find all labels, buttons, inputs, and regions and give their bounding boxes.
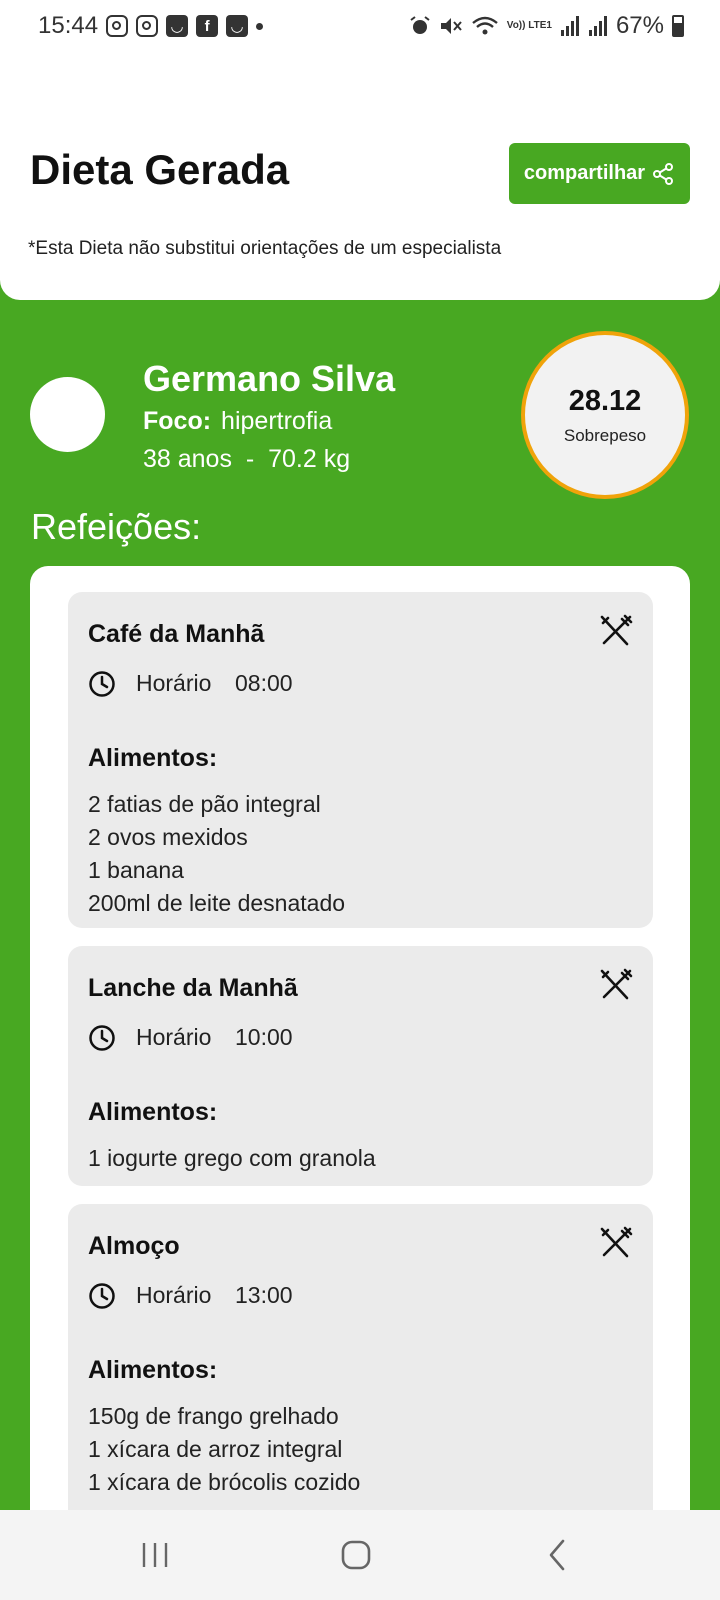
foods-list: 1 iogurte grego com granola	[88, 1142, 376, 1175]
focus-label: Foco:	[143, 407, 212, 435]
utensils-icon	[600, 968, 633, 1000]
utensils-icon	[600, 614, 633, 646]
list-item: 150g de frango grelhado	[88, 1403, 339, 1429]
foods-list: 2 fatias de pão integral 2 ovos mexidos …	[88, 788, 345, 920]
time-value: 10:00	[235, 1024, 293, 1050]
age-weight-line: 38 anos - 70.2 kg	[143, 445, 350, 474]
clock-icon	[89, 1025, 115, 1051]
clock-icon	[89, 1283, 115, 1309]
status-left: 15:44 ◡ f ◡	[38, 12, 264, 40]
home-button[interactable]	[296, 1510, 416, 1600]
list-item: 2 ovos mexidos	[88, 824, 248, 850]
time-value: 08:00	[235, 670, 293, 696]
dot-icon	[256, 22, 264, 30]
bmi-value: 28.12	[568, 384, 642, 417]
share-button-label: compartilhar	[523, 162, 646, 184]
time-label: Horário	[136, 1282, 212, 1308]
meals-panel: Café da Manhã Horário 08:00 Alimentos: 2…	[30, 566, 690, 1600]
focus-line: Foco: hipertrofia	[143, 407, 332, 436]
focus-value: hipertrofia	[221, 407, 333, 435]
user-name: Germano Silva	[143, 358, 396, 399]
age-value: 38 anos	[143, 445, 232, 473]
status-bar: 15:44 ◡ f ◡ Vo)) LTE1 67%	[0, 0, 720, 52]
mute-icon	[440, 18, 462, 34]
shopee-icon: ◡	[166, 15, 189, 37]
list-item: 1 iogurte grego com granola	[88, 1145, 376, 1171]
separator: -	[245, 445, 255, 473]
wifi-icon	[471, 16, 498, 35]
weight-value: 70.2 kg	[268, 445, 351, 473]
page-title: Dieta Gerada	[30, 146, 290, 193]
time-label: Horário	[136, 670, 212, 696]
alarm-icon	[410, 16, 430, 34]
foods-title: Alimentos:	[88, 744, 218, 772]
list-item: 1 xícara de arroz integral	[88, 1436, 343, 1462]
share-icon	[653, 162, 674, 185]
list-item: 200ml de leite desnatado	[88, 890, 346, 916]
list-item: 1 banana	[88, 857, 184, 883]
volte-icon: Vo)) LTE1	[506, 20, 552, 31]
foods-title: Alimentos:	[88, 1356, 218, 1384]
battery-percent: 67%	[615, 12, 664, 39]
navigation-bar	[0, 1510, 720, 1600]
meal-card: Lanche da Manhã Horário 10:00 Alimentos:…	[68, 946, 653, 1186]
recent-apps-button[interactable]	[95, 1510, 215, 1600]
clock-time: 15:44	[38, 12, 99, 39]
meals-section-title: Refeições:	[31, 506, 202, 547]
meal-name: Lanche da Manhã	[88, 974, 298, 1002]
recent-apps-icon	[142, 1543, 168, 1567]
avatar	[30, 377, 105, 452]
instagram-icon	[106, 15, 129, 37]
header-card: Dieta Gerada compartilhar *Esta Dieta nã…	[0, 52, 720, 300]
back-icon	[549, 1539, 565, 1571]
back-button[interactable]	[497, 1510, 617, 1600]
signal-icon	[588, 16, 607, 36]
meal-card: Almoço Horário 13:00 Alimentos: 150g de …	[68, 1204, 653, 1544]
clock-icon	[89, 671, 115, 697]
time-label: Horário	[136, 1024, 212, 1050]
utensils-icon	[600, 1226, 633, 1258]
meal-name: Almoço	[88, 1232, 180, 1260]
home-icon	[341, 1540, 371, 1570]
foods-title: Alimentos:	[88, 1098, 218, 1126]
disclaimer: *Esta Dieta não substitui orientações de…	[28, 238, 502, 259]
foods-list: 150g de frango grelhado 1 xícara de arro…	[88, 1400, 360, 1499]
instagram-icon	[136, 15, 159, 37]
signal-icon	[560, 16, 579, 36]
time-value: 13:00	[235, 1282, 293, 1308]
facebook-icon: f	[196, 15, 219, 37]
share-button[interactable]: compartilhar	[509, 143, 690, 204]
meal-name: Café da Manhã	[88, 620, 265, 648]
shopee-icon: ◡	[226, 15, 249, 37]
battery-icon	[672, 15, 684, 37]
list-item: 2 fatias de pão integral	[88, 791, 321, 817]
bmi-label: Sobrepeso	[563, 425, 647, 445]
meal-card: Café da Manhã Horário 08:00 Alimentos: 2…	[68, 592, 653, 928]
bmi-badge: 28.12 Sobrepeso	[521, 331, 689, 499]
status-right: Vo)) LTE1 67%	[409, 12, 684, 40]
list-item: 1 xícara de brócolis cozido	[88, 1469, 361, 1495]
